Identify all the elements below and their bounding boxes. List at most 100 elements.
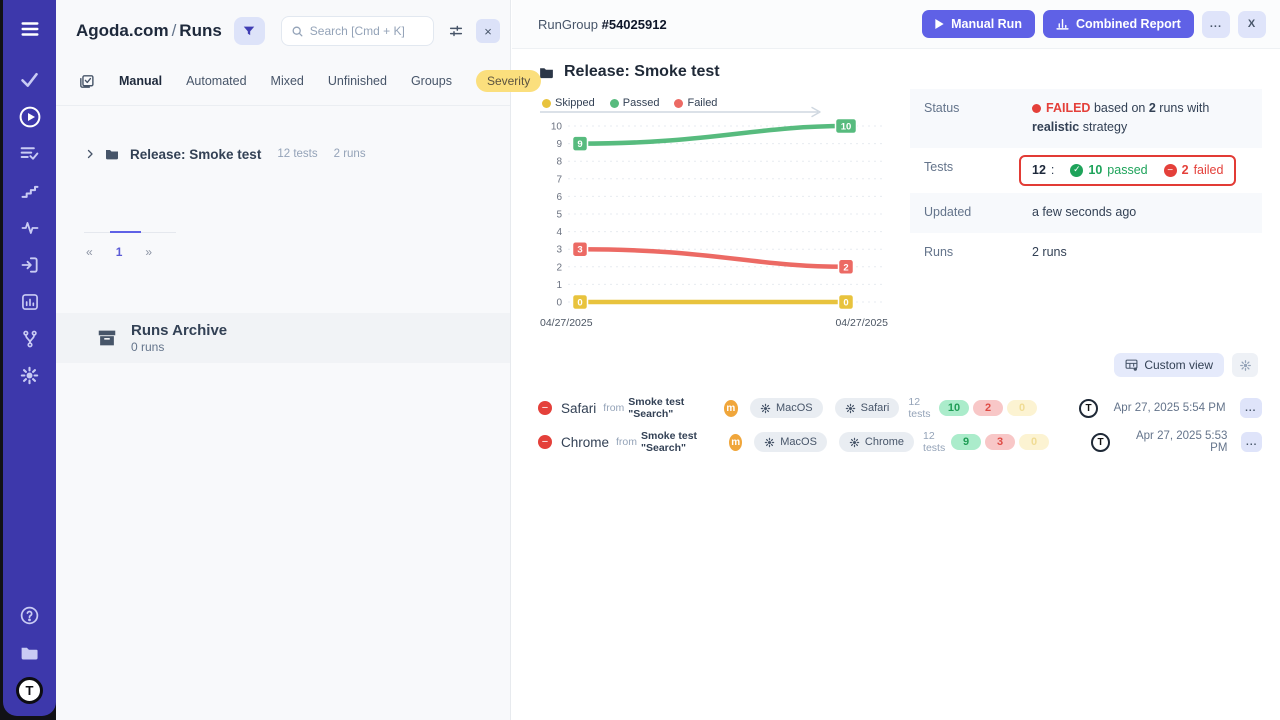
status-row: Status FAILED based on 2 runs with reali… [910,89,1262,148]
header-actions: Manual Run Combined Report ... X [922,10,1266,38]
passed-count-pill: 10 [939,400,969,416]
filter-button[interactable] [234,17,265,45]
summary-row: Skipped Passed Failed 0123456789100091 [538,85,1262,339]
run-from-label: from [616,436,637,448]
failed-dot-icon [674,99,683,108]
pagination-page-1[interactable]: 1 [116,245,123,259]
tab-automated[interactable]: Automated [186,74,246,88]
tree-item-title[interactable]: Release: Smoke test [130,147,261,162]
passed-count-pill: 9 [951,434,981,450]
runs-play-icon[interactable] [3,98,56,135]
breadcrumb-separator: / [169,21,180,40]
analytics-icon[interactable] [3,283,56,320]
svg-text:9: 9 [577,139,582,150]
test-plans-icon[interactable] [3,135,56,172]
search-input[interactable] [310,24,420,38]
archive-text: Runs Archive 0 runs [131,322,227,354]
panel-close-button[interactable]: × [476,19,500,43]
status-strategy-name: realistic [1032,120,1079,134]
updated-label: Updated [924,203,1032,222]
breadcrumb-project[interactable]: Agoda.com [76,21,169,40]
tab-groups[interactable]: Groups [411,74,452,88]
legend-skipped[interactable]: Skipped [542,97,595,109]
run-from-label: from [603,402,624,414]
tab-unfinished[interactable]: Unfinished [328,74,387,88]
select-all-icon[interactable] [78,73,95,90]
close-detail-button[interactable]: X [1238,11,1266,38]
tree-item-runs-count: 2 runs [334,148,366,160]
env-browser-label: Safari [861,402,890,414]
run-more-button[interactable]: ... [1241,432,1262,452]
env-pill-browser: Safari [835,398,900,418]
legend-passed[interactable]: Passed [610,97,660,109]
run-group-tree-item[interactable]: Release: Smoke test 12 tests 2 runs [56,146,510,162]
archive-box-icon [96,327,118,349]
view-controls: Custom view [538,353,1262,377]
runs-count-row: Runs 2 runs [910,233,1262,272]
status-label: Status [924,99,1032,138]
run-row-chrome[interactable]: − Chrome from Smoke test "Search" m MacO… [538,425,1262,459]
run-more-button[interactable]: ... [1240,398,1262,418]
run-group-label: RunGroup [538,17,598,32]
search-box[interactable] [281,16,434,46]
trend-line-chart: 012345678910009103204/27/202504/27/2025 [538,118,890,334]
menu-icon[interactable] [3,10,56,47]
run-owner-avatar: T [1079,399,1098,418]
minus-circle-icon: − [1164,164,1177,177]
tests-check-icon[interactable] [3,61,56,98]
combined-report-button[interactable]: Combined Report [1043,10,1194,38]
pagination-next[interactable]: » [145,245,152,259]
left-panel-header: Agoda.com/Runs × [56,0,510,54]
bar-chart-icon [1056,18,1069,30]
pagination-prev[interactable]: « [86,245,93,259]
severity-filter-pill[interactable]: Severity [476,70,541,92]
docs-folder-icon[interactable] [3,634,56,671]
tab-manual[interactable]: Manual [119,74,162,88]
more-options-button[interactable]: ... [1202,11,1230,38]
tests-label: Tests [924,158,1032,183]
tab-mixed[interactable]: Mixed [271,74,304,88]
env-pill-os: MacOS [750,398,823,418]
tree-item-tests-count: 12 tests [277,148,317,160]
status-strategy-word: strategy [1083,120,1127,134]
run-row-safari[interactable]: − Safari from Smoke test "Search" m MacO… [538,391,1262,425]
user-avatar[interactable]: T [16,677,43,704]
table-view-icon [1125,359,1138,371]
status-summary-table: Status FAILED based on 2 runs with reali… [910,89,1262,272]
legend-passed-label: Passed [623,97,660,109]
tests-passed-word: passed [1107,161,1147,180]
import-icon[interactable] [3,246,56,283]
run-group-id: #54025912 [602,17,667,32]
breadcrumb[interactable]: Agoda.com/Runs [76,21,222,41]
trend-chart-block: Skipped Passed Failed 0123456789100091 [538,85,890,339]
run-source[interactable]: Smoke test "Search" [628,396,715,420]
runs-archive-row[interactable]: Runs Archive 0 runs [56,313,510,363]
archive-count: 0 runs [131,340,227,354]
env-pill-browser: Chrome [839,432,914,452]
branches-icon[interactable] [3,320,56,357]
filter-settings-icon[interactable] [448,23,464,39]
pulse-activity-icon[interactable] [3,209,56,246]
view-settings-gear-icon[interactable] [1232,353,1258,377]
run-name[interactable]: Chrome [561,435,609,450]
search-icon [291,25,304,38]
svg-text:3: 3 [556,245,562,256]
svg-text:2: 2 [843,262,848,273]
app-sidebar: T [3,0,56,716]
legend-failed[interactable]: Failed [674,97,717,109]
milestones-steps-icon[interactable] [3,172,56,209]
manual-run-button[interactable]: Manual Run [922,10,1035,38]
chevron-right-icon[interactable] [84,148,96,160]
run-name[interactable]: Safari [561,401,596,416]
updated-value: a few seconds ago [1032,203,1248,222]
help-icon[interactable] [3,597,56,634]
tests-colon: : [1051,161,1054,180]
pagination-indicator [84,232,176,233]
gear-icon [760,403,771,414]
play-icon [935,19,944,29]
custom-view-button[interactable]: Custom view [1114,353,1224,377]
settings-gear-icon[interactable] [3,357,56,394]
run-source[interactable]: Smoke test "Search" [641,430,720,454]
manual-badge: m [729,434,742,451]
svg-text:10: 10 [551,122,563,133]
